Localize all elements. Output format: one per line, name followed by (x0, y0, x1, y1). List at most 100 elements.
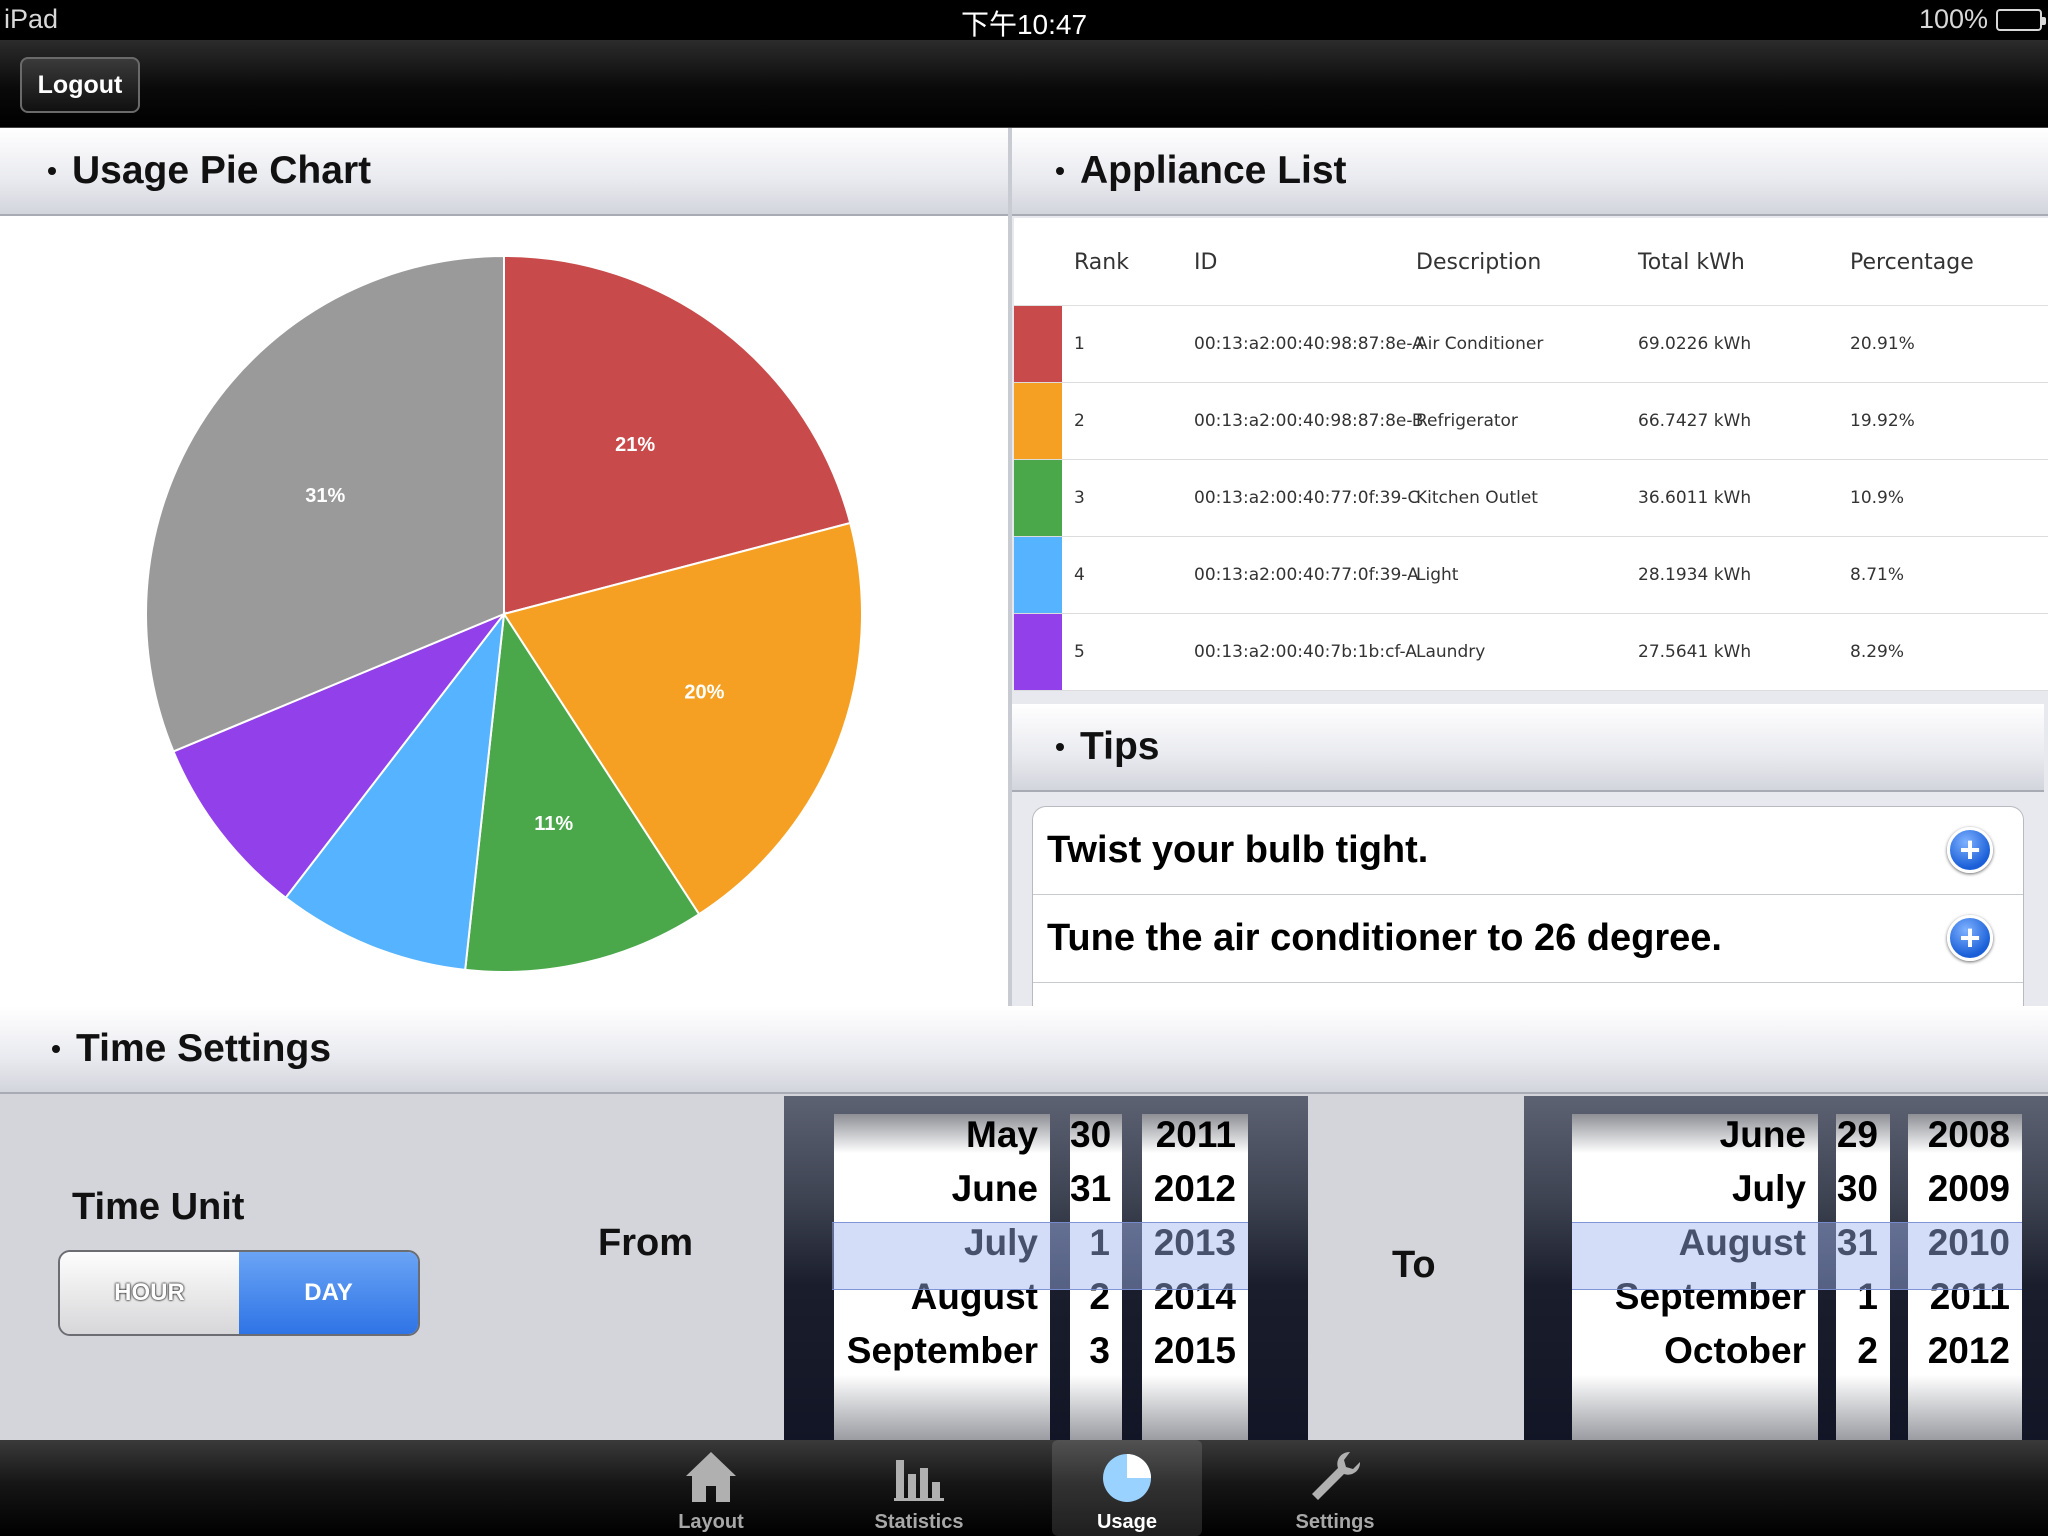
cell-id: 00:13:a2:00:40:98:87:8e-A (1194, 334, 1424, 354)
picker-item[interactable]: 2 (1836, 1316, 1890, 1386)
status-bar: iPad 下午10:47 100% (0, 0, 2048, 40)
usage-panel-header: Usage Pie Chart (0, 128, 1008, 216)
pie-slice-label: 20% (684, 681, 724, 703)
time-unit-label: Time Unit (72, 1186, 245, 1228)
table-row[interactable]: 1 00:13:a2:00:40:98:87:8e-A Air Conditione… (1014, 306, 2048, 383)
color-swatch (1014, 383, 1062, 459)
from-day-wheel[interactable]: 30 31 1 2 3 (1070, 1114, 1122, 1440)
cell-rank: 1 (1074, 334, 1085, 354)
plus-icon[interactable]: + (1947, 915, 1993, 961)
tips-panel-header: Tips (1012, 704, 2044, 792)
column-percentage: Percentage (1850, 250, 1974, 275)
tab-settings[interactable]: Settings (1260, 1440, 1410, 1536)
tip-item[interactable]: Tune the air conditioner to 26 degree. + (1033, 895, 2023, 983)
battery-percent: 100% (1918, 4, 1988, 34)
picker-item[interactable]: 2015 (1142, 1316, 1248, 1386)
cell-percentage: 20.91% (1850, 334, 1915, 354)
tips-list: Twist your bulb tight. + Tune the air co… (1032, 806, 2024, 1006)
color-swatch (1014, 537, 1062, 613)
day-segment[interactable]: DAY (239, 1252, 418, 1334)
picker-item[interactable]: September (834, 1316, 1050, 1386)
cell-total-kwh: 27.5641 kWh (1638, 642, 1752, 662)
tip-item[interactable]: Twist your bulb tight. + (1033, 807, 2023, 895)
time-settings-panel: Time Settings Time Unit HOUR DAY From Ma… (0, 1006, 2048, 1440)
tip-text: Tune the air conditioner to 26 degree. (1047, 917, 1722, 959)
color-swatch (1014, 460, 1062, 536)
plus-icon[interactable]: + (1947, 827, 1993, 873)
cell-total-kwh: 36.6011 kWh (1638, 488, 1752, 508)
cell-rank: 5 (1074, 642, 1085, 662)
wrench-icon (1312, 1451, 1361, 1500)
cell-description: Kitchen Outlet (1416, 488, 1538, 508)
cell-description: Light (1416, 565, 1459, 585)
navigation-bar: Logout (0, 40, 2048, 128)
appliance-panel-header: Appliance List (1012, 128, 2048, 216)
cell-description: Refrigerator (1416, 411, 1518, 431)
tab-label: Statistics (874, 1511, 964, 1533)
tips-panel-title: Tips (1080, 725, 1160, 768)
cell-percentage: 19.92% (1850, 411, 1915, 431)
time-settings-header: Time Settings (0, 1006, 2048, 1094)
usage-pie-chart: 21% 20% 11% 31% (145, 254, 863, 973)
column-rank: Rank (1074, 250, 1129, 275)
color-swatch (1014, 306, 1062, 382)
pie-slice-label: 21% (615, 434, 655, 456)
appliance-table: Rank ID Description Total kWh Percentage… (1014, 218, 2048, 691)
tab-layout[interactable]: Layout (636, 1440, 786, 1536)
battery-indicator: 100% (1918, 4, 2046, 35)
tab-bar: Layout Statistics Usage Settings (0, 1440, 2048, 1536)
picker-item[interactable]: 3 (1070, 1316, 1122, 1386)
cell-description: Air Conditioner (1416, 334, 1544, 354)
column-description: Description (1416, 250, 1542, 275)
from-label: From (598, 1222, 693, 1264)
pie-slice-label: 11% (534, 813, 573, 835)
pie-chart-icon (1103, 1454, 1151, 1502)
table-row[interactable]: 5 00:13:a2:00:40:7b:1b:cf-A Laundry 27.5641… (1014, 614, 2048, 691)
cell-id: 00:13:a2:00:40:77:0f:39-C (1194, 488, 1420, 508)
cell-id: 00:13:a2:00:40:77:0f:39-A (1194, 565, 1419, 585)
cell-rank: 2 (1074, 411, 1085, 431)
from-year-wheel[interactable]: 2011 2012 2013 2014 2015 (1142, 1114, 1248, 1440)
status-time: 下午10:47 (960, 9, 1088, 40)
cell-percentage: 10.9% (1850, 488, 1905, 508)
cell-description: Laundry (1416, 642, 1486, 662)
color-swatch (1014, 614, 1062, 690)
tab-statistics[interactable]: Statistics (844, 1440, 994, 1536)
to-label: To (1392, 1244, 1436, 1286)
to-month-wheel[interactable]: June July August September October (1572, 1114, 1818, 1440)
pie-slice-label: 31% (305, 485, 345, 507)
picker-item[interactable]: 2012 (1908, 1316, 2022, 1386)
column-id: ID (1194, 250, 1218, 275)
tab-label: Usage (1096, 1511, 1158, 1533)
cell-total-kwh: 69.0226 kWh (1638, 334, 1752, 354)
to-year-wheel[interactable]: 2008 2009 2010 2011 2012 (1908, 1114, 2022, 1440)
cell-total-kwh: 66.7427 kWh (1638, 411, 1752, 431)
from-date-picker[interactable]: May June July August September 30 31 1 2 3 2011 201… (784, 1096, 1308, 1440)
tab-label: Settings (1295, 1511, 1375, 1533)
tip-text: Twist your bulb tight. (1047, 829, 1429, 871)
appliance-panel: Appliance List Rank ID Description Total… (1012, 128, 2048, 1006)
home-icon (686, 1452, 736, 1502)
logout-button[interactable]: Logout (20, 57, 140, 113)
cell-id: 00:13:a2:00:40:7b:1b:cf-A (1194, 642, 1417, 662)
from-month-wheel[interactable]: May June July August September (834, 1114, 1050, 1440)
cell-rank: 4 (1074, 565, 1085, 585)
tab-usage[interactable]: Usage (1052, 1440, 1202, 1536)
to-day-wheel[interactable]: 29 30 31 1 2 (1836, 1114, 1890, 1440)
time-settings-title: Time Settings (76, 1027, 332, 1070)
table-row[interactable]: 3 00:13:a2:00:40:77:0f:39-C Kitchen Outlet… (1014, 460, 2048, 537)
table-row[interactable]: 4 00:13:a2:00:40:77:0f:39-A Light 28.1934 k… (1014, 537, 2048, 614)
column-total-kwh: Total kWh (1638, 250, 1745, 275)
table-row[interactable]: 2 00:13:a2:00:40:98:87:8e-B Refrigerator 66… (1014, 383, 2048, 460)
bar-chart-icon (894, 1460, 944, 1501)
cell-id: 00:13:a2:00:40:98:87:8e-B (1194, 411, 1424, 431)
picker-item[interactable]: October (1572, 1316, 1818, 1386)
usage-panel-title: Usage Pie Chart (72, 149, 372, 192)
cell-percentage: 8.29% (1850, 642, 1905, 662)
to-date-picker[interactable]: June July August September October 29 30 31 1 2 20… (1524, 1096, 2048, 1440)
usage-pie-chart-panel: Usage Pie Chart 21% 20% 11% 31% (0, 128, 1008, 1006)
tab-label: Layout (678, 1511, 744, 1533)
hour-segment[interactable]: HOUR (60, 1252, 239, 1334)
time-unit-segmented-control: HOUR DAY (58, 1250, 420, 1336)
cell-rank: 3 (1074, 488, 1085, 508)
